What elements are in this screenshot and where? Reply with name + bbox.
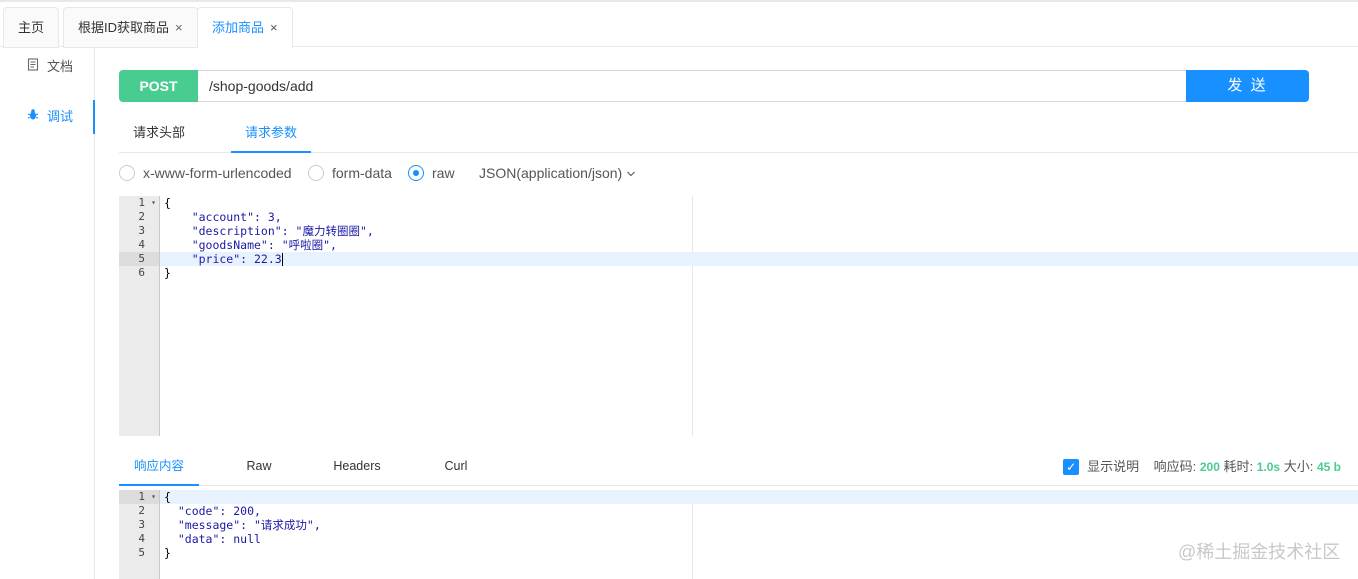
line-number: 6: [138, 266, 145, 279]
tab-response-curl[interactable]: Curl: [416, 448, 496, 486]
tab-request-headers[interactable]: 请求头部: [119, 114, 199, 153]
page-tabs: 主页 根据ID获取商品 × 添加商品 ×: [0, 2, 1358, 49]
body-type-selector: x-www-form-urlencoded form-data raw JSON…: [119, 160, 819, 186]
code-line: "goodsName": "呼啦圈",: [164, 238, 337, 252]
http-method-badge[interactable]: POST: [119, 70, 198, 102]
radio-form-data[interactable]: form-data: [308, 160, 392, 186]
sidebar-item-label: 调试: [47, 109, 74, 124]
sidebar-item-docs[interactable]: 文档: [0, 50, 95, 84]
radio-circle: [119, 165, 135, 182]
sidebar-item-debug[interactable]: 调试: [0, 100, 95, 134]
close-icon[interactable]: ×: [175, 20, 183, 35]
sidebar: 文档 调试: [0, 47, 95, 579]
tab-label: 添加商品: [212, 20, 265, 35]
radio-urlencoded[interactable]: x-www-form-urlencoded: [119, 160, 292, 186]
text-cursor: [281, 253, 283, 266]
response-tabs: 响应内容 Raw Headers Curl ✓ 显示说明 响应码: 200 耗时:…: [119, 448, 1358, 486]
line-number: 1 ▾: [138, 196, 156, 209]
fold-arrow-icon: ▾: [151, 198, 156, 207]
watermark: @稀土掘金技术社区: [1178, 542, 1341, 562]
line-number: 2: [138, 504, 145, 517]
code-line-current: {: [160, 490, 1358, 504]
response-info: ✓ 显示说明 响应码: 200 耗时: 1.0s 大小: 45 b: [1063, 448, 1341, 486]
response-body-viewer[interactable]: 1 ▾ 2 3 4 5 { "code": 200, "message": "请求…: [119, 490, 1358, 579]
code-line: "account": 3,: [164, 210, 282, 224]
send-button[interactable]: 发 送: [1186, 70, 1309, 102]
radio-raw[interactable]: raw: [408, 160, 455, 186]
request-tabs: 请求头部 请求参数: [119, 114, 1358, 153]
content-type-label: JSON(application/json): [479, 165, 623, 181]
response-size-value: 45 b: [1316, 460, 1341, 474]
sidebar-item-label: 文档: [47, 59, 74, 74]
code-line: "code": 200,: [164, 504, 261, 518]
line-number: 2: [138, 210, 145, 223]
tab-add-goods[interactable]: 添加商品 ×: [197, 7, 293, 49]
response-size-label: 大小:: [1283, 459, 1314, 474]
status-code-label: 响应码:: [1153, 459, 1197, 474]
url-input[interactable]: /shop-goods/add: [198, 70, 1188, 102]
code-line: {: [164, 196, 171, 210]
code-line: "message": "请求成功",: [164, 518, 321, 532]
line-number: 3: [138, 518, 145, 531]
line-number: 5: [138, 546, 145, 559]
line-number: 4: [138, 532, 145, 545]
tab-response-content[interactable]: 响应内容: [119, 448, 199, 486]
tab-request-params[interactable]: 请求参数: [231, 114, 311, 153]
tab-response-headers[interactable]: Headers: [317, 448, 397, 486]
fold-arrow-icon: ▾: [151, 492, 156, 501]
radio-label: x-www-form-urlencoded: [143, 165, 292, 181]
request-url-bar: POST /shop-goods/add 发 送: [119, 70, 1309, 102]
close-icon[interactable]: ×: [270, 20, 278, 35]
radio-label: form-data: [332, 165, 392, 181]
radio-circle: [308, 165, 324, 182]
tab-home[interactable]: 主页: [3, 7, 60, 48]
tab-response-raw[interactable]: Raw: [219, 448, 299, 486]
show-description-label: 显示说明: [1087, 459, 1140, 474]
content-type-dropdown[interactable]: JSON(application/json): [479, 160, 636, 186]
bug-icon: [27, 100, 41, 134]
radio-label: raw: [432, 165, 455, 181]
line-number-gutter: 1 ▾ 2 3 4 5 6: [119, 196, 160, 436]
request-body-editor[interactable]: 1 ▾ 2 3 4 5 6 { "account": 3, "descriptio…: [119, 196, 1358, 436]
document-icon: [27, 50, 41, 84]
line-number: 3: [138, 224, 145, 237]
chevron-down-icon: [622, 165, 636, 181]
line-number: 4: [138, 238, 145, 251]
line-number-gutter: 1 ▾ 2 3 4 5: [119, 490, 160, 579]
radio-circle-selected: [408, 165, 424, 182]
elapsed-time-label: 耗时:: [1223, 459, 1254, 474]
tab-label: 根据ID获取商品: [78, 20, 170, 35]
code-line-current: "price": 22.3: [160, 252, 1358, 266]
tab-label: 主页: [18, 20, 45, 35]
tab-get-goods-by-id[interactable]: 根据ID获取商品 ×: [63, 7, 198, 48]
show-description-checkbox[interactable]: ✓: [1063, 458, 1080, 475]
code-line: }: [164, 266, 171, 280]
line-number-current: 1 ▾: [119, 490, 159, 504]
elapsed-time-value: 1.0s: [1256, 460, 1281, 474]
line-number-current: 5: [119, 252, 159, 266]
status-code-value: 200: [1199, 460, 1220, 474]
code-line: "description": "魔力转圈圈",: [164, 224, 374, 238]
